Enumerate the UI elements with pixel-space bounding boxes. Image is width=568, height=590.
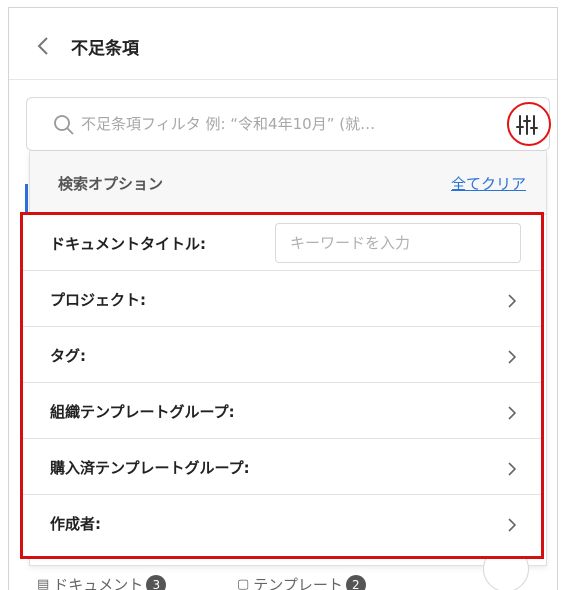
- option-author[interactable]: 作成者:: [23, 495, 541, 551]
- count-badge: 2: [345, 574, 366, 590]
- header: 不足条項: [9, 8, 557, 80]
- count-badge: 3: [146, 574, 167, 590]
- panel-header: 検索オプション 全てクリア: [30, 151, 546, 215]
- tab-templates[interactable]: ▢ テンプレート 2: [237, 574, 366, 590]
- chevron-right-icon: [507, 461, 517, 476]
- chevron-right-icon: [507, 349, 517, 364]
- search-bar: [26, 97, 551, 151]
- tab-documents[interactable]: ▤ ドキュメント 3: [37, 574, 167, 590]
- result-tabs: ▤ ドキュメント 3 ▢ テンプレート 2: [37, 574, 417, 590]
- option-project[interactable]: プロジェクト:: [23, 271, 541, 327]
- search-input[interactable]: [81, 98, 461, 150]
- page-title: 不足条項: [71, 39, 139, 59]
- option-label: 作成者:: [50, 515, 101, 533]
- tab-label: テンプレート: [253, 576, 343, 590]
- template-icon: ▢: [237, 577, 250, 590]
- chevron-right-icon: [507, 293, 517, 308]
- option-label: プロジェクト:: [50, 291, 146, 309]
- option-label: ドキュメントタイトル:: [50, 235, 206, 253]
- back-chevron-icon[interactable]: [35, 36, 51, 56]
- search-icon: [53, 114, 75, 136]
- option-org-template-group[interactable]: 組織テンプレートグループ:: [23, 383, 541, 439]
- filter-sliders-icon[interactable]: [515, 113, 539, 137]
- option-label: 組織テンプレートグループ:: [50, 403, 235, 421]
- tab-label: ドキュメント: [53, 576, 144, 590]
- option-purchased-template-group[interactable]: 購入済テンプレートグループ:: [23, 439, 541, 495]
- clear-all-link[interactable]: 全てクリア: [451, 173, 526, 194]
- filter-options-list: ドキュメントタイトル: プロジェクト: タグ: 組織テンプレートグループ: 購入…: [20, 212, 544, 559]
- option-tag[interactable]: タグ:: [23, 327, 541, 383]
- chevron-right-icon: [507, 517, 517, 532]
- keyword-input[interactable]: [275, 223, 521, 263]
- option-label: タグ:: [50, 347, 86, 365]
- option-label: 購入済テンプレートグループ:: [50, 459, 250, 477]
- option-document-title: ドキュメントタイトル:: [23, 215, 541, 271]
- document-icon: ▤: [37, 577, 50, 590]
- chevron-right-icon: [507, 405, 517, 420]
- panel-title: 検索オプション: [58, 175, 164, 193]
